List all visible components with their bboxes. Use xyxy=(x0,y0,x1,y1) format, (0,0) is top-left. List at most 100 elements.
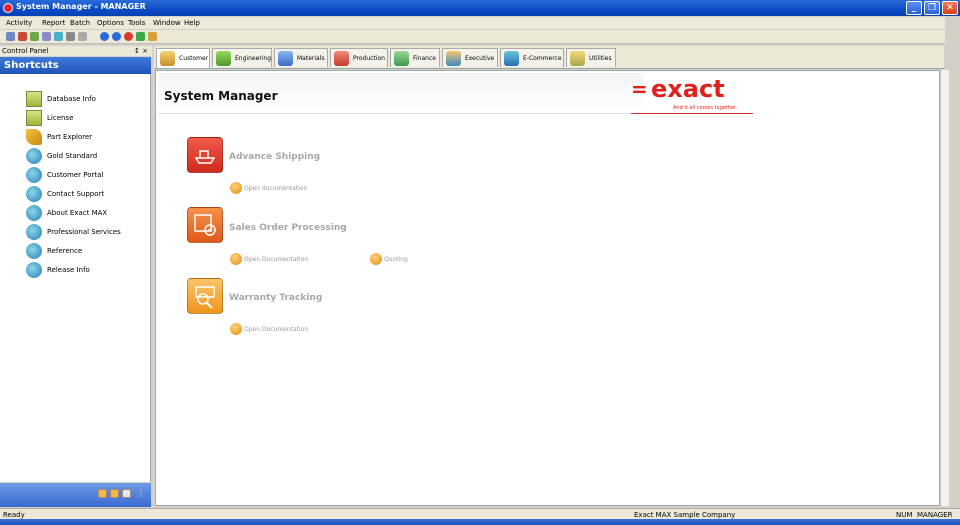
engineering-icon xyxy=(216,51,231,66)
title-bar: System Manager - MANAGER _ ❐ ✕ xyxy=(0,0,960,16)
tab-production[interactable]: Production xyxy=(330,48,388,67)
finance-icon xyxy=(394,51,409,66)
shortcut-label: Release Info xyxy=(47,266,90,274)
info-icon xyxy=(370,253,382,265)
globe-check-icon xyxy=(26,186,42,202)
tab-utilities[interactable]: Utilities xyxy=(566,48,616,67)
shortcut-label: Contact Support xyxy=(47,190,105,198)
utilities-icon xyxy=(570,51,585,66)
link-open-documentation[interactable]: Open documentation xyxy=(230,182,320,194)
menu-batch[interactable]: Batch xyxy=(70,19,90,27)
wrench-icon xyxy=(26,129,42,145)
page-title: System Manager xyxy=(164,89,278,103)
link-quoting[interactable]: Quoting xyxy=(370,253,420,265)
globe-check-icon xyxy=(26,167,42,183)
content-scrollbar[interactable] xyxy=(940,70,949,506)
shipping-icon[interactable] xyxy=(187,137,223,173)
shortcut-label: Part Explorer xyxy=(47,133,93,141)
toolbar-edit-icon[interactable] xyxy=(18,32,27,41)
shortcut-label: Database Info xyxy=(47,95,96,103)
menu-window[interactable]: Window xyxy=(153,19,181,27)
document-icon xyxy=(26,110,42,126)
close-button[interactable]: ✕ xyxy=(942,1,958,15)
back-icon[interactable] xyxy=(100,32,109,41)
tab-materials[interactable]: Materials xyxy=(274,48,328,67)
module-title-sales-order-processing[interactable]: Sales Order Processing xyxy=(229,223,347,233)
status-ready: Ready xyxy=(3,511,25,519)
module-title-advance-shipping[interactable]: Advance Shipping xyxy=(229,152,320,162)
status-user: MANAGER xyxy=(917,511,953,519)
production-icon xyxy=(334,51,349,66)
stop-icon[interactable] xyxy=(124,32,133,41)
tab-customer[interactable]: Customer xyxy=(156,48,210,68)
panel-view-icon[interactable] xyxy=(98,489,107,498)
content-header: System Manager xyxy=(158,73,644,114)
ship-glyph xyxy=(194,150,216,164)
tab-finance[interactable]: Finance xyxy=(390,48,440,67)
panel-folder-icon[interactable] xyxy=(110,489,119,498)
control-panel-footer: ⋮ xyxy=(0,483,151,507)
link-open-documentation[interactable]: Open Documentation xyxy=(230,253,320,265)
brand-name: exact xyxy=(651,75,725,103)
brand-underline xyxy=(631,113,753,114)
globe-check-icon xyxy=(26,262,42,278)
shortcut-label: Reference xyxy=(47,247,83,255)
shortcut-label: License xyxy=(47,114,74,122)
menu-tools[interactable]: Tools xyxy=(128,19,145,27)
maximize-button[interactable]: ❐ xyxy=(924,1,940,15)
window-title: System Manager - MANAGER xyxy=(16,2,146,11)
refresh-icon[interactable] xyxy=(136,32,145,41)
menu-bar: Activity Report Batch Options Tools Wind… xyxy=(0,17,945,29)
tab-e-commerce[interactable]: E-Commerce xyxy=(500,48,564,67)
shortcut-label: Professional Services xyxy=(47,228,121,236)
control-panel-pin-close[interactable]: ↕ × xyxy=(134,47,148,55)
globe-check-icon xyxy=(26,148,42,164)
toolbar-dropdown-icon[interactable] xyxy=(78,32,87,41)
menu-report[interactable]: Report xyxy=(42,19,65,27)
globe-check-icon xyxy=(26,205,42,221)
toolbar-print-icon[interactable] xyxy=(42,32,51,41)
app-icon[interactable] xyxy=(3,3,13,13)
globe-check-icon xyxy=(26,243,42,259)
forward-icon[interactable] xyxy=(112,32,121,41)
toolbar-new-icon[interactable] xyxy=(6,32,15,41)
tab-engineering[interactable]: Engineering xyxy=(212,48,272,67)
status-company: Exact MAX Sample Company xyxy=(634,511,736,519)
link-open-documentation[interactable]: Open Documentation xyxy=(230,323,320,335)
toolbar-pointer-icon[interactable] xyxy=(66,32,75,41)
warranty-icon[interactable] xyxy=(187,278,223,314)
sales-order-icon[interactable] xyxy=(187,207,223,243)
materials-icon xyxy=(278,51,293,66)
toolbar-open-icon[interactable] xyxy=(30,32,39,41)
tab-executive[interactable]: Executive xyxy=(442,48,498,67)
brand-logo: = exact And it all comes together. xyxy=(631,75,753,114)
menu-options[interactable]: Options xyxy=(97,19,124,27)
shortcut-label: Customer Portal xyxy=(47,171,104,179)
shortcuts-header: Shortcuts xyxy=(0,57,151,74)
brand-mark: = xyxy=(631,77,648,101)
info-icon xyxy=(230,182,242,194)
menu-help[interactable]: Help xyxy=(184,19,200,27)
minimize-button[interactable]: _ xyxy=(906,1,922,15)
status-num: NUM xyxy=(896,511,913,519)
shortcut-label: About Exact MAX xyxy=(47,209,108,217)
home-icon[interactable] xyxy=(148,32,157,41)
shortcuts-list: Database Info License Part Explorer Gold… xyxy=(0,74,151,482)
e-commerce-icon xyxy=(504,51,519,66)
info-icon xyxy=(230,253,242,265)
toolbar-export-icon[interactable] xyxy=(54,32,63,41)
brand-tagline: And it all comes together. xyxy=(673,105,738,111)
customer-icon xyxy=(160,51,175,66)
panel-more-icon[interactable]: ⋮ xyxy=(137,489,146,498)
panel-edit-icon[interactable] xyxy=(122,489,131,498)
menu-activity[interactable]: Activity xyxy=(6,19,32,27)
warranty-glyph xyxy=(195,286,215,309)
control-panel-label: Control Panel xyxy=(2,47,49,55)
shortcut-label: Gold Standard xyxy=(47,152,98,160)
taskbar xyxy=(0,519,960,525)
sales-glyph xyxy=(194,214,216,236)
info-icon xyxy=(230,323,242,335)
module-title-warranty-tracking[interactable]: Warranty Tracking xyxy=(229,293,322,303)
module-tabs: Customer Engineering Materials Productio… xyxy=(154,46,944,69)
shortcuts-title: Shortcuts xyxy=(4,60,59,71)
